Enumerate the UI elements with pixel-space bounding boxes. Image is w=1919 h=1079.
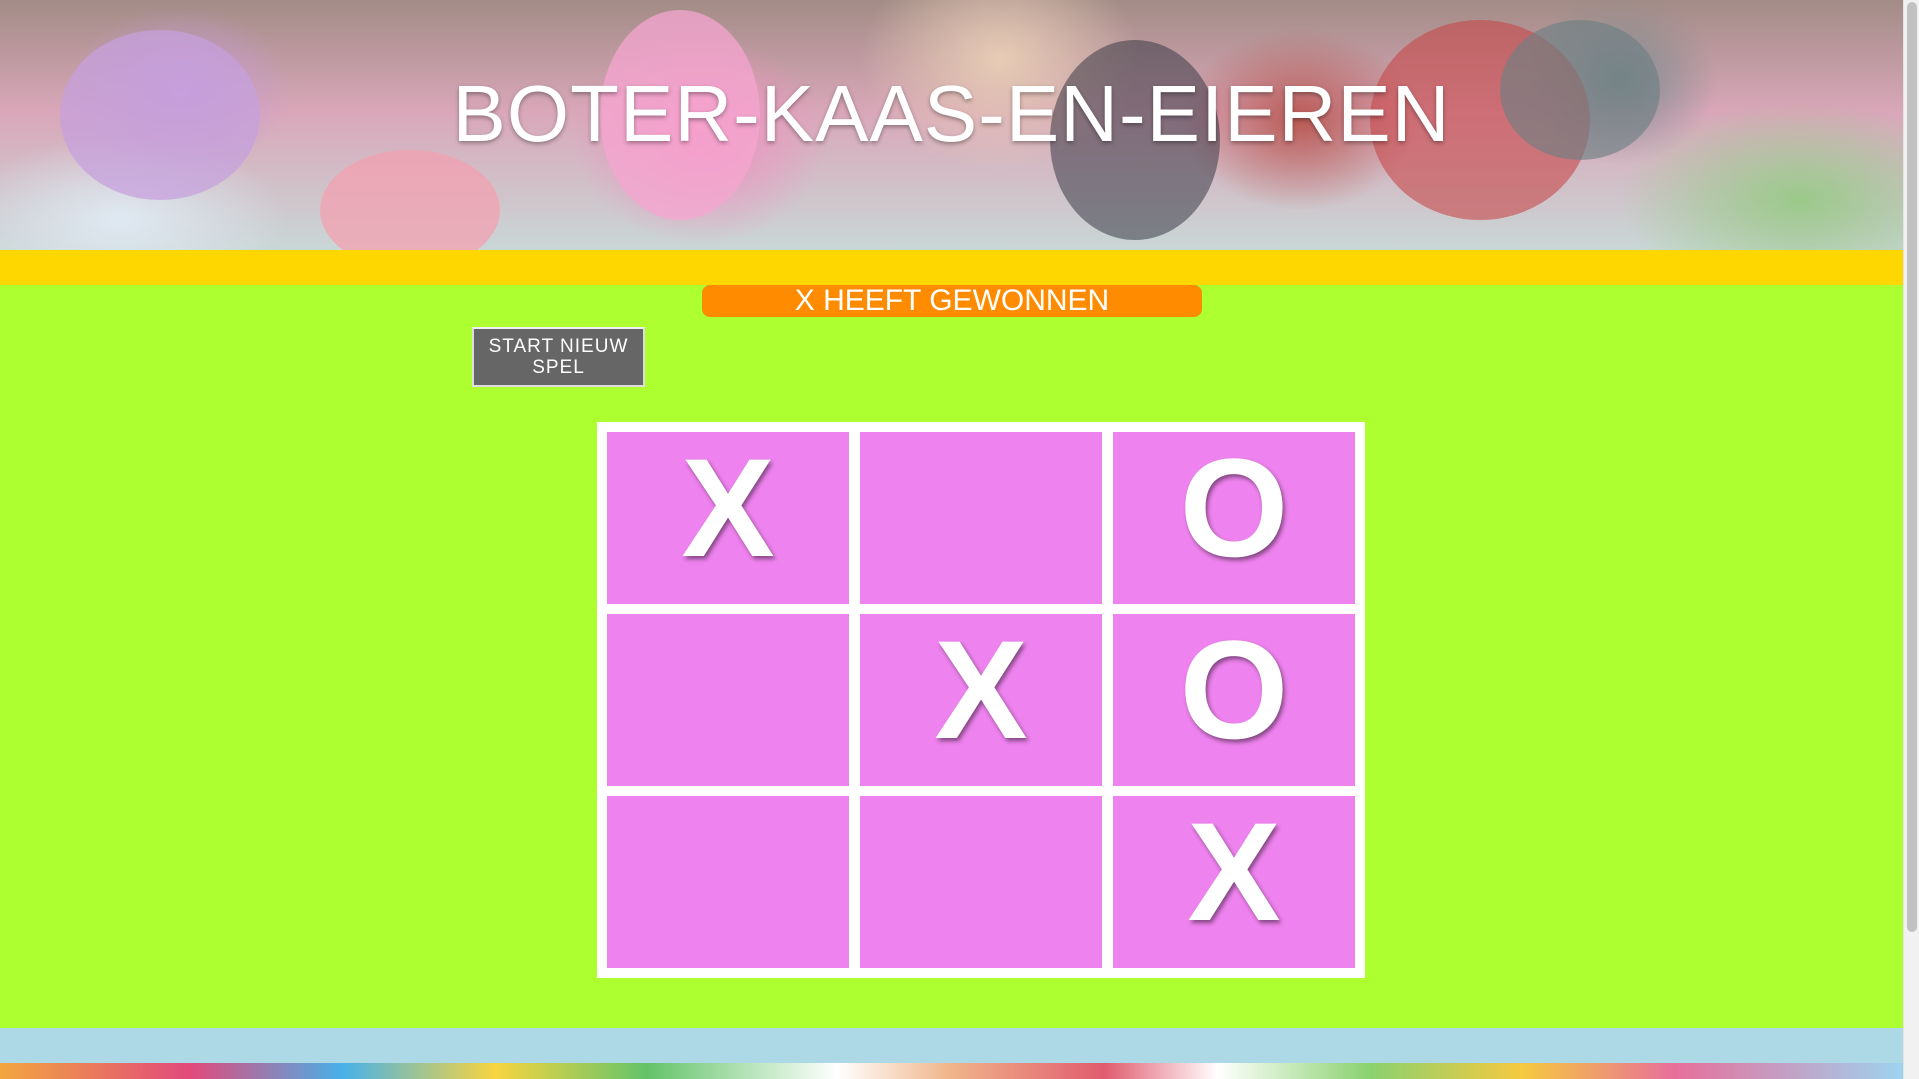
board-cell[interactable]: X (860, 614, 1102, 786)
game-board: X O X O X (597, 422, 1365, 978)
game-status-message: X HEEFT GEWONNEN (702, 285, 1202, 317)
board-cell[interactable] (607, 796, 849, 968)
start-new-game-button[interactable]: START NIEUW SPEL (472, 327, 645, 387)
board-cell[interactable] (860, 796, 1102, 968)
page-title: BOTER-KAAS-EN-EIEREN (452, 69, 1451, 158)
board-cell[interactable]: X (1113, 796, 1355, 968)
board-cell[interactable] (860, 432, 1102, 604)
scrollbar-thumb[interactable] (1907, 2, 1917, 932)
board-cell[interactable]: X (607, 432, 849, 604)
header-stripe (0, 250, 1903, 285)
banner-illustration (320, 150, 500, 250)
vertical-scrollbar[interactable] (1903, 0, 1919, 1079)
footer-illustration (0, 1063, 1903, 1079)
board-cell[interactable]: O (1113, 432, 1355, 604)
board-cell[interactable] (607, 614, 849, 786)
header-banner: BOTER-KAAS-EN-EIEREN (0, 0, 1903, 250)
footer-stripe (0, 1028, 1903, 1063)
board-cell[interactable]: O (1113, 614, 1355, 786)
game-page: BOTER-KAAS-EN-EIEREN X HEEFT GEWONNEN ST… (0, 0, 1919, 1079)
